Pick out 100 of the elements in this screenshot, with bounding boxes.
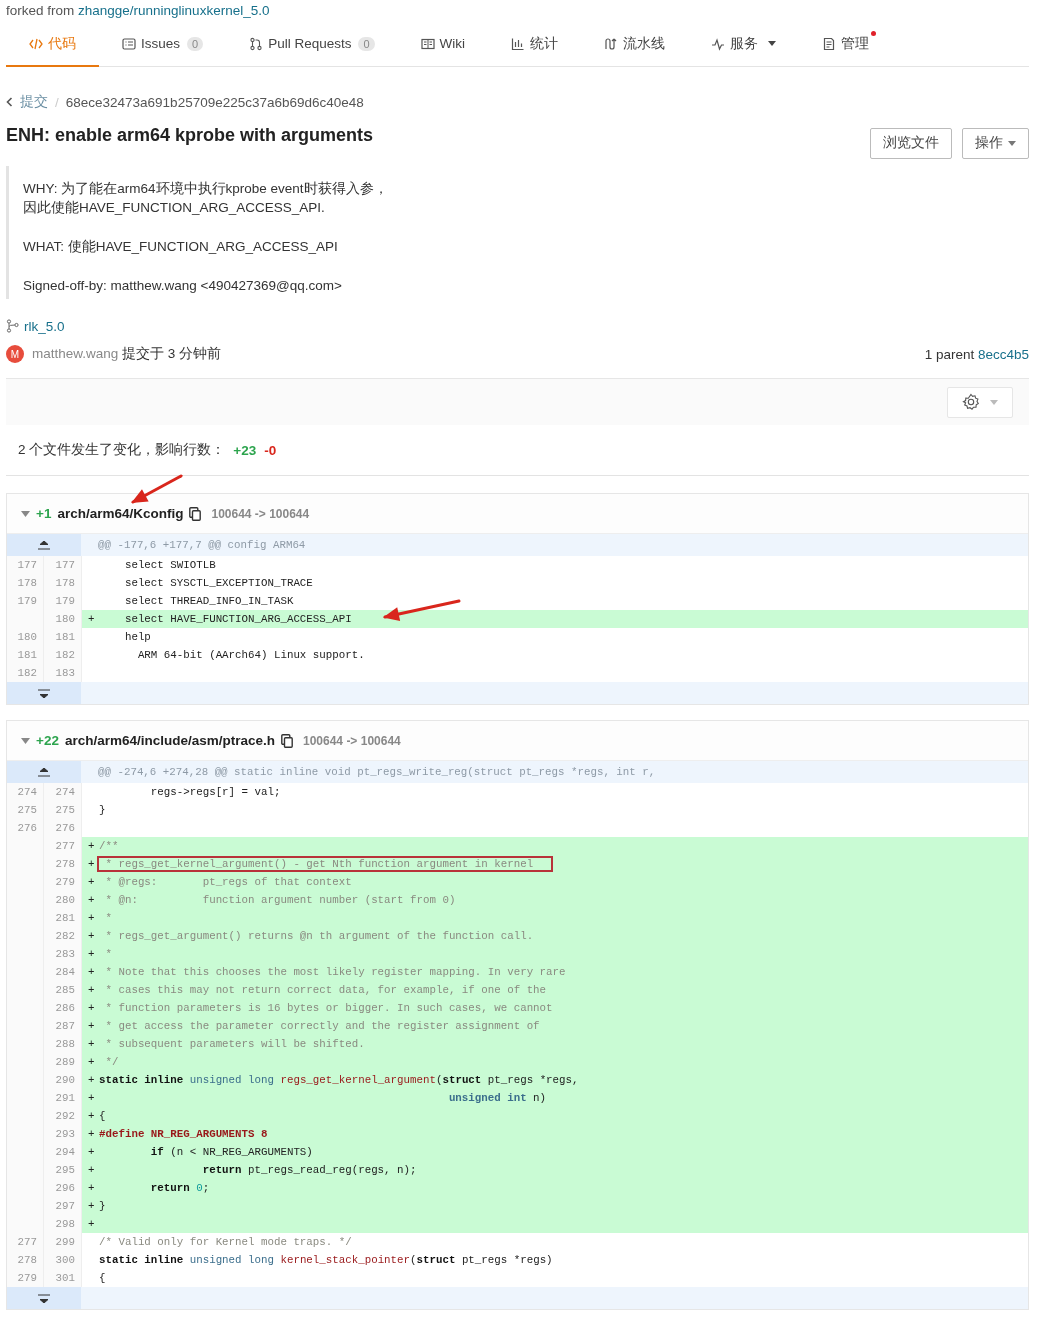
nav-tab[interactable]: Pull Requests 0	[226, 22, 398, 67]
expand-up-button[interactable]	[7, 761, 81, 783]
branch-link[interactable]: rlk_5.0	[24, 318, 65, 334]
bar-chart-icon	[511, 36, 526, 51]
line-number: 274	[7, 783, 44, 801]
line-number: 292	[44, 1107, 82, 1125]
file-mode: 100644 -> 100644	[211, 506, 310, 521]
commit-title: ENH: enable arm64 kprobe with arguments	[6, 124, 374, 146]
line-number: 178	[44, 574, 82, 592]
line-number: 277	[7, 1233, 44, 1251]
line-number: 178	[7, 574, 44, 592]
message-line: 因此使能HAVE_FUNCTION_ARG_ACCESS_API.	[23, 199, 326, 217]
line-number: 276	[7, 819, 44, 837]
book-icon	[420, 36, 435, 51]
code-line: help	[123, 630, 152, 645]
file-mode: 100644 -> 100644	[303, 733, 401, 748]
line-number: 177	[44, 556, 82, 574]
line-number: 282	[44, 927, 82, 945]
expand-up-button[interactable]	[7, 534, 81, 556]
author-line: matthew.wang 提交于 3 分钟前	[32, 345, 222, 363]
expand-up-icon	[38, 540, 50, 550]
line-number: 182	[44, 646, 82, 664]
line-number: 296	[44, 1179, 82, 1197]
pipeline-icon	[604, 36, 619, 51]
file-additions: +22	[36, 733, 59, 748]
expand-down-button[interactable]	[7, 682, 81, 704]
line-number: 182	[7, 664, 44, 682]
expand-down-button[interactable]	[7, 1287, 81, 1309]
list-icon	[122, 36, 136, 51]
line-number: 180	[7, 628, 44, 646]
line-number: 293	[44, 1125, 82, 1143]
line-number: 183	[44, 664, 82, 682]
line-number: 283	[44, 945, 82, 963]
caret-icon	[990, 399, 998, 405]
commit-hash: 68ece32473a691b25709e225c37a6b69d6c40e48	[65, 94, 364, 110]
line-number: 285	[44, 981, 82, 999]
line-number: 181	[7, 646, 44, 664]
line-number: 275	[44, 801, 82, 819]
code-line: static inline unsigned long kernel_stack_pointer(struct pt_regs *regs)	[98, 1253, 554, 1268]
message-line: WHAT: 使能HAVE_FUNCTION_ARG_ACCESS_API	[23, 238, 339, 256]
file-path: arch/arm64/include/asm/ptrace.h	[64, 733, 275, 748]
line-number: 280	[44, 891, 82, 909]
copy-icon[interactable]	[281, 733, 293, 748]
repo-link[interactable]: zhangge/runninglinuxkernel_5.0	[78, 3, 270, 18]
code-line: }	[98, 803, 107, 818]
line-number: 284	[44, 963, 82, 981]
line-number: 180	[44, 610, 82, 628]
expand-down-icon	[38, 1293, 50, 1303]
breadcrumb-link[interactable]: 提交	[20, 93, 48, 111]
line-number: 179	[7, 592, 44, 610]
settings-button[interactable]	[947, 386, 1013, 418]
line-number: 291	[44, 1089, 82, 1107]
line-number: 181	[44, 628, 82, 646]
count-badge: 0	[358, 36, 375, 51]
parent-link[interactable]: 8ecc4b5	[977, 346, 1029, 362]
breadcrumb-separator: /	[55, 94, 59, 110]
code-line: {	[98, 1271, 107, 1286]
line-number: 290	[44, 1071, 82, 1089]
line-number: 298	[44, 1215, 82, 1233]
branch-merge-icon	[249, 36, 264, 51]
line-number: 294	[44, 1143, 82, 1161]
collapse-caret-icon[interactable]	[21, 510, 30, 517]
code-line: regs->regs[r] = val;	[149, 785, 282, 800]
line-number: 286	[44, 999, 82, 1017]
file-path: arch/arm64/Kconfig	[57, 506, 184, 521]
line-number: 287	[44, 1017, 82, 1035]
hunk-header: @@ -274,6 +274,28 @@ static inline void pt_regs_write_reg(struct pt_regs *regs, int r,	[81, 761, 1028, 783]
code-line: ARM 64-bit (AArch64) Linux support.	[136, 648, 366, 663]
dropdown-button[interactable]: 操作	[962, 127, 1029, 159]
hunk-header: @@ -177,6 +177,7 @@ config ARM64	[81, 534, 1028, 556]
deletions-count: -0	[264, 442, 277, 458]
line-number: 297	[44, 1197, 82, 1215]
chevron-left-icon[interactable]	[6, 97, 13, 107]
expand-down-icon	[38, 688, 50, 698]
line-number: 279	[7, 1269, 44, 1287]
line-number: 295	[44, 1161, 82, 1179]
line-number: 300	[44, 1251, 82, 1269]
nav-tab[interactable]: 管理	[799, 22, 893, 67]
line-number: 278	[44, 855, 82, 873]
branch-icon	[6, 319, 20, 333]
nav-tab[interactable]: Wiki	[397, 22, 489, 67]
browse-button[interactable]: 浏览文件	[870, 127, 952, 159]
code-line: select SYSCTL_EXCEPTION_TRACE	[123, 576, 314, 591]
file-additions: +1	[36, 506, 52, 521]
collapse-caret-icon[interactable]	[21, 737, 30, 744]
line-number: 279	[44, 873, 82, 891]
line-number: 288	[44, 1035, 82, 1053]
line-number: 177	[7, 556, 44, 574]
expand-up-icon	[38, 767, 50, 777]
nav-tab[interactable]: 服务	[688, 22, 800, 67]
code-line: /* Valid only for Kernel mode traps. */	[98, 1235, 353, 1250]
message-line: WHY: 为了能在arm64环境中执行kprobe event时获得入参，	[23, 180, 389, 198]
document-icon	[822, 36, 837, 51]
copy-icon[interactable]	[189, 506, 202, 521]
nav-tab[interactable]: Issues 0	[99, 22, 227, 67]
nav-tab[interactable]: 流水线	[581, 22, 689, 67]
nav-tab[interactable]: 统计	[488, 22, 582, 67]
line-number: 276	[44, 819, 82, 837]
code-line: select SWIOTLB	[123, 558, 217, 573]
line-number: 179	[44, 592, 82, 610]
